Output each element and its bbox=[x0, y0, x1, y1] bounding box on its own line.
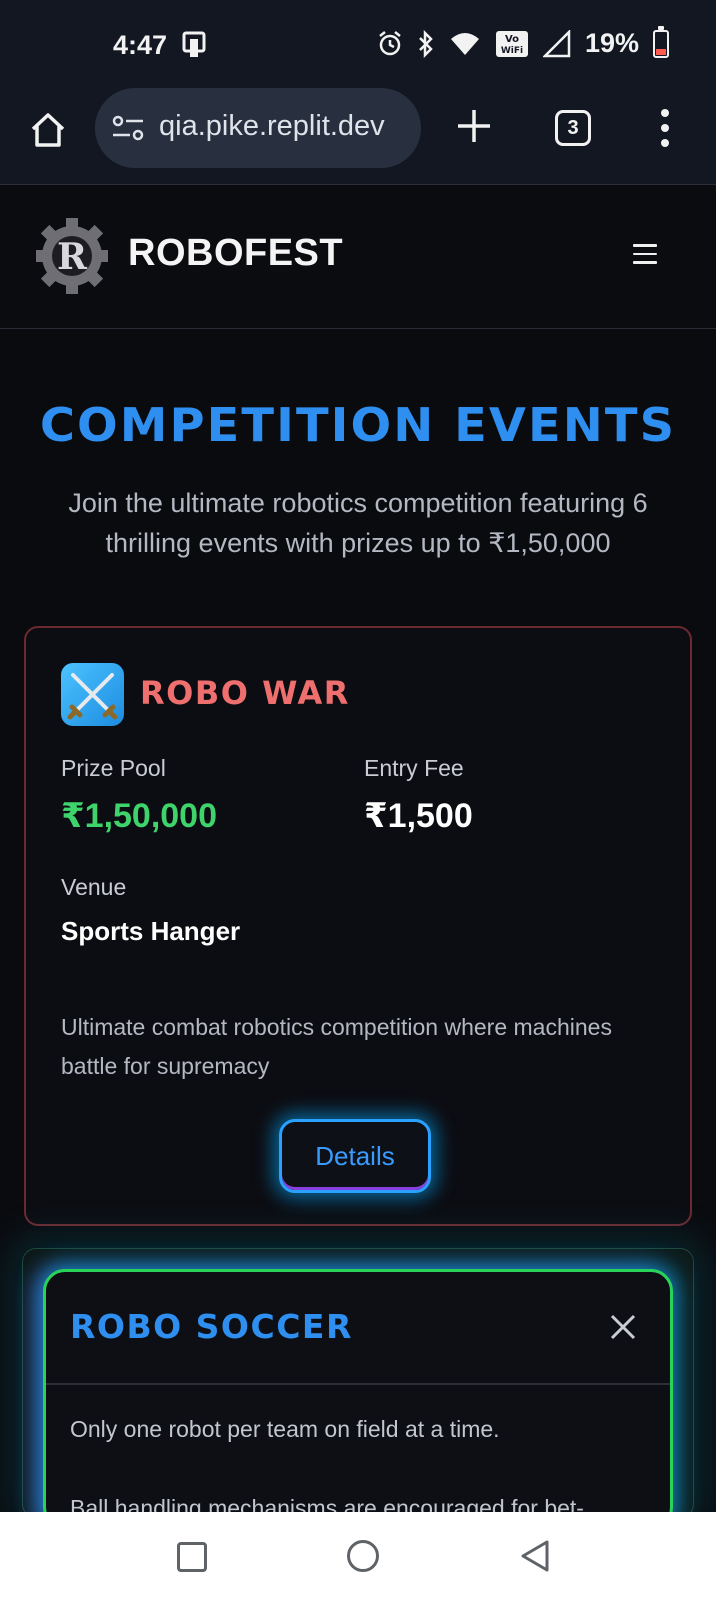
svg-text:Vo: Vo bbox=[505, 34, 519, 45]
event-rules-modal: ROBO SOCCER Only one robot per team on f… bbox=[43, 1269, 673, 1529]
battery-percent: 19% bbox=[584, 28, 639, 58]
close-icon[interactable] bbox=[608, 1312, 638, 1342]
details-button[interactable]: Details bbox=[279, 1119, 431, 1193]
battery-icon bbox=[653, 25, 669, 58]
more-menu-icon[interactable] bbox=[658, 108, 672, 148]
back-icon[interactable] bbox=[519, 1539, 551, 1573]
vowifi-icon: Vo WiFi bbox=[495, 30, 528, 57]
entry-fee-value: ₹1,500 bbox=[364, 797, 473, 835]
crossed-swords-icon bbox=[61, 663, 124, 726]
wifi-icon bbox=[450, 32, 479, 55]
entry-fee-label: Entry Fee bbox=[364, 755, 464, 781]
robofest-logo-icon[interactable]: R bbox=[36, 216, 108, 296]
event-card: ROBO WAR Prize Pool ₹1,50,000 Entry Fee … bbox=[24, 626, 692, 1226]
hamburger-menu-icon[interactable] bbox=[633, 244, 657, 266]
new-tab-icon[interactable] bbox=[454, 106, 494, 146]
venue-value: Sports Hanger bbox=[61, 916, 241, 946]
alarm-icon bbox=[379, 30, 401, 55]
venue-label: Venue bbox=[61, 874, 127, 900]
svg-text:R: R bbox=[57, 236, 88, 278]
signal-icon bbox=[542, 29, 571, 57]
prize-pool-label: Prize Pool bbox=[61, 755, 166, 781]
home-circle-icon[interactable] bbox=[347, 1540, 379, 1572]
site-settings-icon[interactable] bbox=[111, 114, 145, 142]
svg-text:WiFi: WiFi bbox=[501, 46, 523, 56]
address-bar[interactable]: qia.pike.replit.dev bbox=[95, 88, 421, 168]
bluetooth-icon bbox=[419, 29, 433, 58]
prize-pool-value: ₹1,50,000 bbox=[61, 797, 218, 835]
home-icon[interactable] bbox=[28, 110, 68, 150]
event-title: ROBO WAR bbox=[140, 674, 350, 712]
status-icons: Vo WiFi 19% bbox=[377, 25, 669, 59]
page-title: COMPETITION EVENTS bbox=[39, 398, 677, 452]
phone-icon bbox=[182, 31, 206, 57]
site-header: R ROBOFEST bbox=[0, 186, 716, 329]
modal-divider bbox=[46, 1383, 670, 1385]
event-description: Ultimate combat robotics competition whe… bbox=[61, 1014, 612, 1079]
browser-toolbar: qia.pike.replit.dev 3 bbox=[0, 88, 716, 185]
status-bar: 4:47 Vo WiFi 19% bbox=[0, 0, 716, 88]
brand-name[interactable]: ROBOFEST bbox=[128, 232, 343, 275]
system-nav-bar bbox=[0, 1512, 716, 1600]
modal-title: ROBO SOCCER bbox=[70, 1307, 353, 1346]
tab-switcher-button[interactable]: 3 bbox=[555, 110, 591, 146]
rule-item: Only one robot per team on field at a ti… bbox=[70, 1416, 500, 1442]
url-text[interactable]: qia.pike.replit.dev bbox=[159, 110, 385, 143]
status-time: 4:47 bbox=[113, 30, 168, 60]
recent-apps-icon[interactable] bbox=[177, 1542, 207, 1572]
page-subtitle: Join the ultimate robotics competition f… bbox=[68, 488, 648, 558]
